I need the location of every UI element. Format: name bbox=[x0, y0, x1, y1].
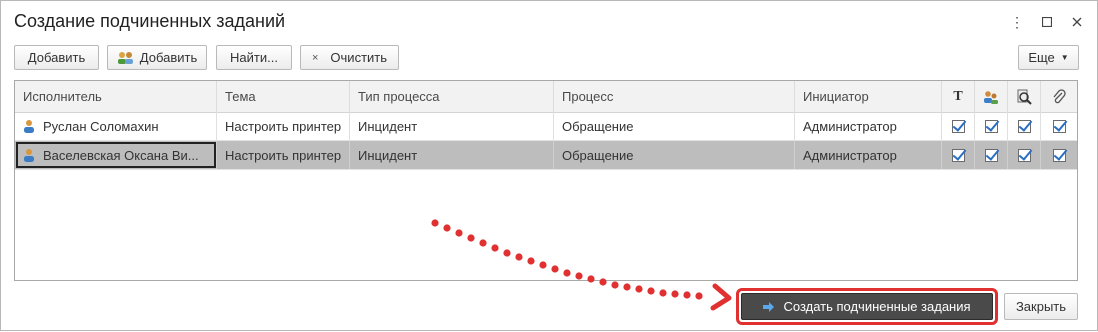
create-subtasks-button[interactable]: Создать подчиненные задания bbox=[741, 293, 993, 320]
create-subtasks-label: Создать подчиненные задания bbox=[783, 299, 971, 314]
annotation-arrow bbox=[431, 219, 732, 311]
arrow-right-icon bbox=[763, 301, 775, 313]
close-button[interactable]: Закрыть bbox=[1004, 293, 1078, 320]
dialog-window: Создание подчиненных заданий ⋮ Добавить … bbox=[0, 0, 1098, 331]
close-button-label: Закрыть bbox=[1015, 299, 1067, 314]
